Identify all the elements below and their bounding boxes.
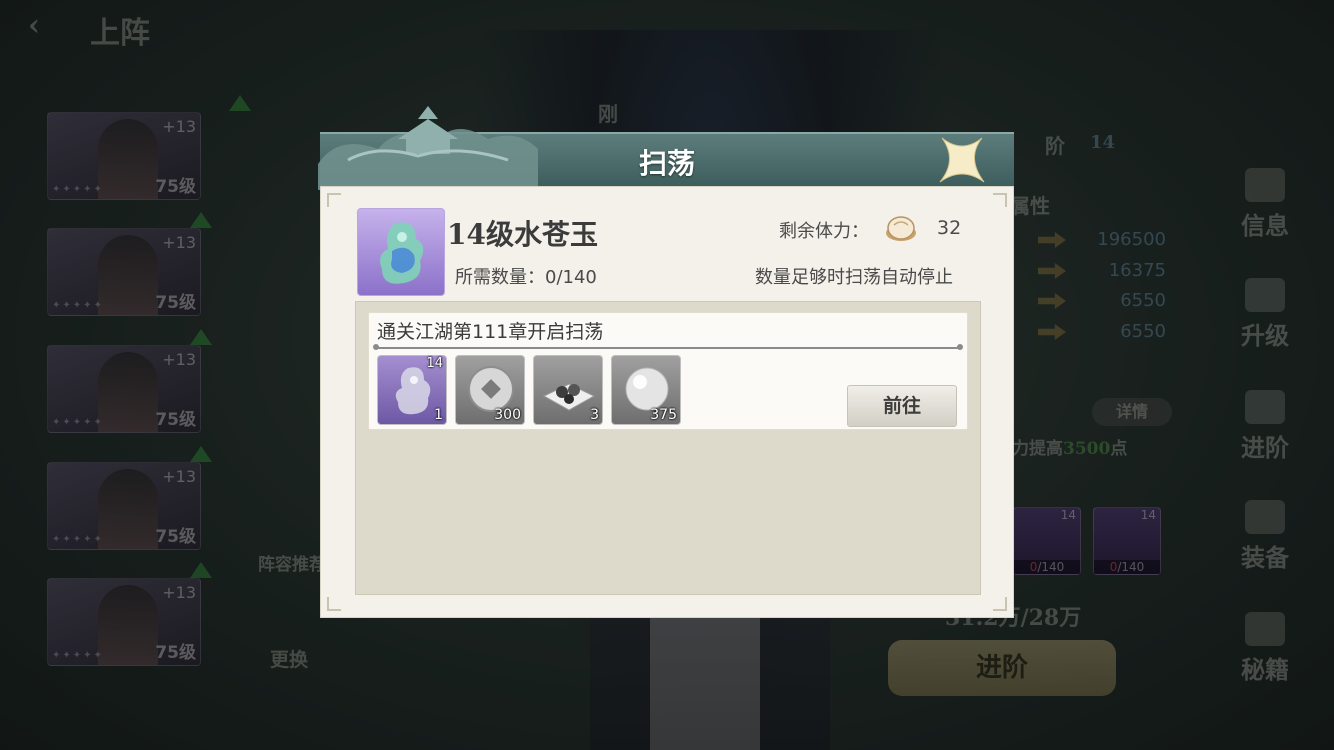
corner-ornament <box>993 193 1007 207</box>
sweep-dialog: 扫荡 14级水苍玉 所需数量：0/140 剩余体力： 32 数量足够时扫荡自动停… <box>318 106 1014 618</box>
reward-slot[interactable]: 14 1 <box>377 355 447 425</box>
dialog-title: 扫荡 <box>638 147 695 180</box>
corner-ornament <box>993 597 1007 611</box>
stamina-value: 32 <box>937 217 962 239</box>
dialog-body: 14级水苍玉 所需数量：0/140 剩余体力： 32 数量足够时扫荡自动停止 通… <box>320 186 1014 618</box>
reward-count: 300 <box>494 407 521 423</box>
stamina-label: 剩余体力： <box>779 221 869 242</box>
reward-slot[interactable]: 3 <box>533 355 603 425</box>
item-name: 14级水苍玉 <box>447 218 598 251</box>
stage-card: 通关江湖第111章开启扫荡 14 1 300 3 375 前往 <box>368 312 968 430</box>
reward-count: 1 <box>434 407 443 423</box>
auto-stop-note: 数量足够时扫荡自动停止 <box>755 267 953 288</box>
corner-ornament <box>327 597 341 611</box>
sweep-list-area[interactable]: 通关江湖第111章开启扫荡 14 1 300 3 375 前往 <box>355 301 981 595</box>
stage-title: 通关江湖第111章开启扫荡 <box>377 321 604 343</box>
reward-slot[interactable]: 300 <box>455 355 525 425</box>
divider <box>373 344 963 350</box>
reward-tier: 14 <box>426 356 443 371</box>
steamed-bun-icon <box>886 216 916 241</box>
corner-ornament <box>327 193 341 207</box>
reward-slot[interactable]: 375 <box>611 355 681 425</box>
jade-pendant-icon <box>357 208 445 296</box>
goto-button[interactable]: 前往 <box>847 385 957 427</box>
dialog-header: 扫荡 <box>318 106 1014 190</box>
close-x-icon[interactable] <box>936 134 988 186</box>
reward-count: 3 <box>590 407 599 423</box>
reward-count: 375 <box>650 407 677 423</box>
required-quantity: 所需数量：0/140 <box>455 267 597 288</box>
